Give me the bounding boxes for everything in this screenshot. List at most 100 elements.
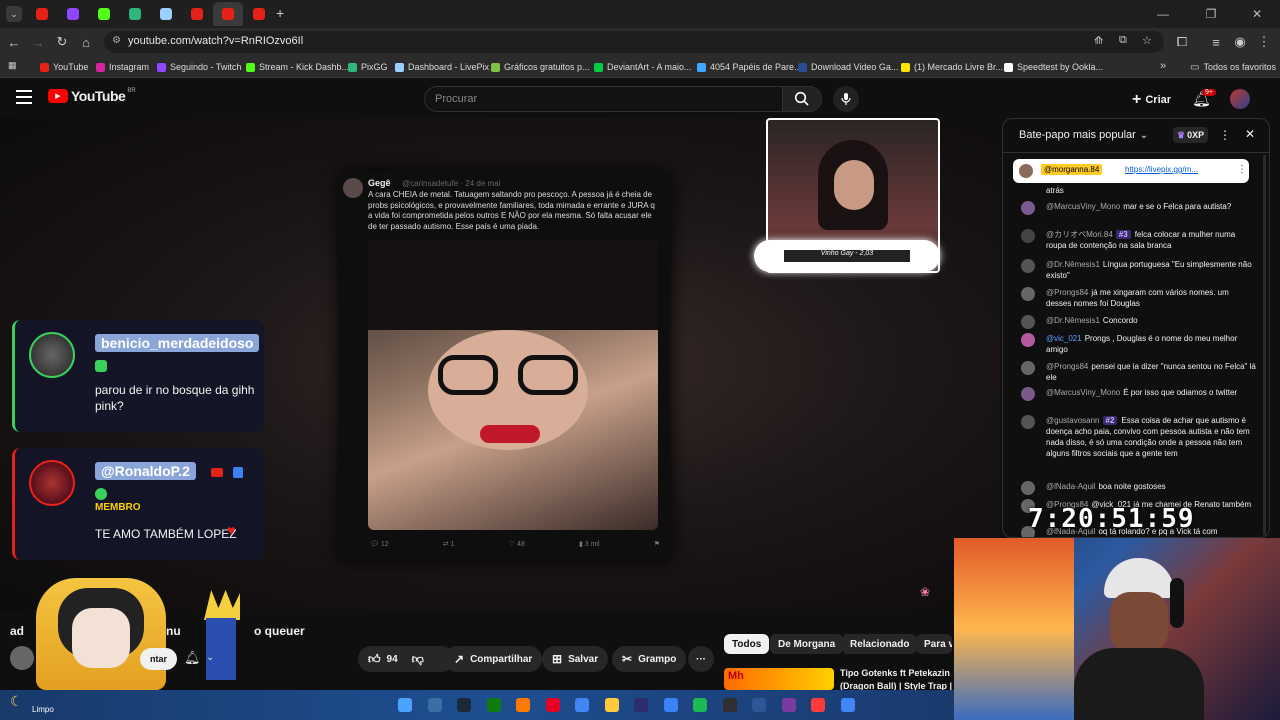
chat-avatar[interactable] <box>1021 387 1035 401</box>
browser-tab[interactable] <box>27 2 57 26</box>
chat-avatar[interactable] <box>1021 201 1035 215</box>
notes-icon[interactable] <box>663 698 678 712</box>
more-actions-button[interactable]: ··· <box>688 646 714 672</box>
chat-avatar[interactable] <box>1021 287 1035 301</box>
app-d-icon[interactable] <box>811 698 825 712</box>
chat-author[interactable]: @カリオペMori.84 <box>1046 230 1113 239</box>
app-a-icon[interactable] <box>516 698 530 712</box>
close-window-button[interactable]: ✕ <box>1234 0 1280 28</box>
hamburger-menu-icon[interactable] <box>16 90 32 104</box>
pinned-link[interactable]: https://livepix.gg/m... <box>1125 165 1198 174</box>
address-bar[interactable]: ⚙ youtube.com/watch?v=RnRIOzvo6Il ⟰ ⧉ ☆ <box>104 31 1164 53</box>
bookmark-item[interactable]: DeviantArt - A maio... <box>594 60 692 74</box>
media-controls-icon[interactable]: ≡ <box>1206 32 1226 52</box>
browser-tab[interactable] <box>120 2 150 26</box>
folder-icon[interactable] <box>604 698 619 712</box>
all-favorites-folder[interactable]: ▭ Todos os favoritos <box>1190 60 1276 74</box>
points-badge[interactable]: ♛ 0XP <box>1173 127 1209 143</box>
bookmark-item[interactable]: Download Video Ga... <box>798 60 898 74</box>
chat-author[interactable]: @Dr.Nêmesis1 <box>1046 260 1100 269</box>
save-button[interactable]: ⊞ Salvar <box>542 646 609 672</box>
chrome2-icon[interactable] <box>840 698 855 712</box>
related-video-thumbnail[interactable]: Mh <box>724 668 834 690</box>
install-app-icon[interactable]: ⧉ <box>1119 34 1127 47</box>
chat-avatar[interactable] <box>1021 229 1035 243</box>
chat-avatar[interactable] <box>1021 481 1035 495</box>
browser-tab[interactable] <box>58 2 88 26</box>
chat-avatar[interactable] <box>1021 315 1035 329</box>
chat-author[interactable]: @Dr.Nêmesis1 <box>1046 316 1100 325</box>
back-button[interactable]: ← <box>4 32 24 52</box>
chip-para-voce[interactable]: Para vo <box>916 634 952 654</box>
chat-author[interactable]: @Prongs84 <box>1046 288 1088 297</box>
tab-search-button[interactable]: ⌄ <box>6 6 22 22</box>
chat-author[interactable]: @Prongs84 <box>1046 362 1088 371</box>
chat-avatar[interactable] <box>1021 415 1035 429</box>
notification-bell-icon[interactable]: 🔔︎ <box>184 650 201 666</box>
chat-author[interactable]: @gustavosann <box>1046 416 1100 425</box>
chat-author[interactable]: @lNada-Aquil <box>1046 482 1095 491</box>
bookmark-star-icon[interactable]: ☆ <box>1142 34 1152 47</box>
account-avatar[interactable] <box>1230 89 1250 109</box>
bookmark-item[interactable]: Instagram <box>96 60 149 74</box>
chat-scrollbar[interactable] <box>1263 155 1266 535</box>
chip-de-morgana[interactable]: De Morgana <box>770 634 844 654</box>
chat-avatar[interactable] <box>1021 361 1035 375</box>
bookmark-item[interactable]: Gráficos gratuitos p... <box>491 60 590 74</box>
forward-button[interactable]: → <box>28 32 48 52</box>
terminal-icon[interactable] <box>634 698 648 712</box>
bookmarks-overflow-button[interactable]: » <box>1160 60 1166 72</box>
browser-tab[interactable] <box>89 2 119 26</box>
minimize-button[interactable]: — <box>1140 0 1186 28</box>
bookmark-item[interactable]: (1) Mercado Livre Br... <box>901 60 1003 74</box>
app-b-icon[interactable] <box>752 698 766 712</box>
channel-avatar[interactable] <box>10 646 34 670</box>
chat-author[interactable]: @MarcusViny_Mono <box>1046 388 1120 397</box>
bookmark-item[interactable]: Seguindo - Twitch <box>157 60 241 74</box>
browser-tab[interactable] <box>244 2 274 26</box>
bookmark-item[interactable]: Dashboard - LivePix <box>395 60 489 74</box>
extensions-icon[interactable]: ⧠ <box>1172 32 1192 52</box>
translate-icon[interactable]: ⟰ <box>1094 34 1103 47</box>
spotify-icon[interactable] <box>693 698 707 712</box>
dislike-icon[interactable]: 👎︎ <box>412 652 424 667</box>
search-button[interactable] <box>782 86 822 112</box>
search-input[interactable]: Procurar <box>424 86 782 112</box>
chevron-down-icon[interactable]: ⌄ <box>206 652 214 663</box>
chrome-menu-icon[interactable]: ⋮ <box>1254 32 1274 52</box>
create-button[interactable]: + Criar <box>1132 91 1171 109</box>
bookmark-item[interactable]: YouTube <box>40 60 88 74</box>
chat-mode-dropdown[interactable]: Bate-papo mais popular ⌄ <box>1019 129 1148 141</box>
browser-tab[interactable] <box>182 2 212 26</box>
bookmark-item[interactable]: 4054 Papéis de Pare... <box>697 60 802 74</box>
search-taskbar-icon[interactable] <box>427 698 442 712</box>
site-info-icon[interactable]: ⚙ <box>112 35 121 46</box>
share-button[interactable]: ↗ Compartilhar <box>444 646 543 672</box>
chrome-icon[interactable] <box>575 698 589 712</box>
new-tab-button[interactable]: + <box>276 5 284 21</box>
close-chat-icon[interactable]: ✕ <box>1245 127 1255 141</box>
browser-tab[interactable] <box>213 2 243 26</box>
related-video-title[interactable]: Tipo Gotenks ft Petekazin <box>840 668 952 678</box>
steam-icon[interactable] <box>457 698 471 712</box>
chat-avatar[interactable] <box>1021 333 1035 347</box>
bookmark-item[interactable]: Stream - Kick Dashb... <box>246 60 349 74</box>
profile-icon[interactable]: ◉ <box>1230 32 1250 52</box>
chat-more-icon[interactable]: ⋮ <box>1219 128 1231 142</box>
chat-author[interactable]: @MarcusViny_Mono <box>1046 202 1120 211</box>
app-c-icon[interactable] <box>781 698 796 712</box>
bookmark-item[interactable]: Speedtest by Ookla... <box>1004 60 1103 74</box>
chat-author[interactable]: @vic_021 <box>1046 334 1082 343</box>
reload-button[interactable]: ↻ <box>52 32 72 52</box>
voice-search-button[interactable] <box>833 86 859 112</box>
chip-todos[interactable]: Todos <box>724 634 770 654</box>
windows-icon[interactable] <box>398 698 412 712</box>
clip-button[interactable]: ✂ Grampo <box>612 646 687 672</box>
chip-relacionado[interactable]: Relacionado <box>842 634 918 654</box>
pinned-message[interactable]: @morganna.84 https://livepix.gg/m... ⋮ <box>1013 159 1249 183</box>
browser-tab[interactable] <box>151 2 181 26</box>
obs-icon[interactable] <box>722 698 737 712</box>
join-button[interactable]: ntar <box>140 648 178 670</box>
pinned-more-icon[interactable]: ⋮ <box>1237 164 1247 175</box>
apps-grid-icon[interactable]: ▦ <box>8 60 18 70</box>
